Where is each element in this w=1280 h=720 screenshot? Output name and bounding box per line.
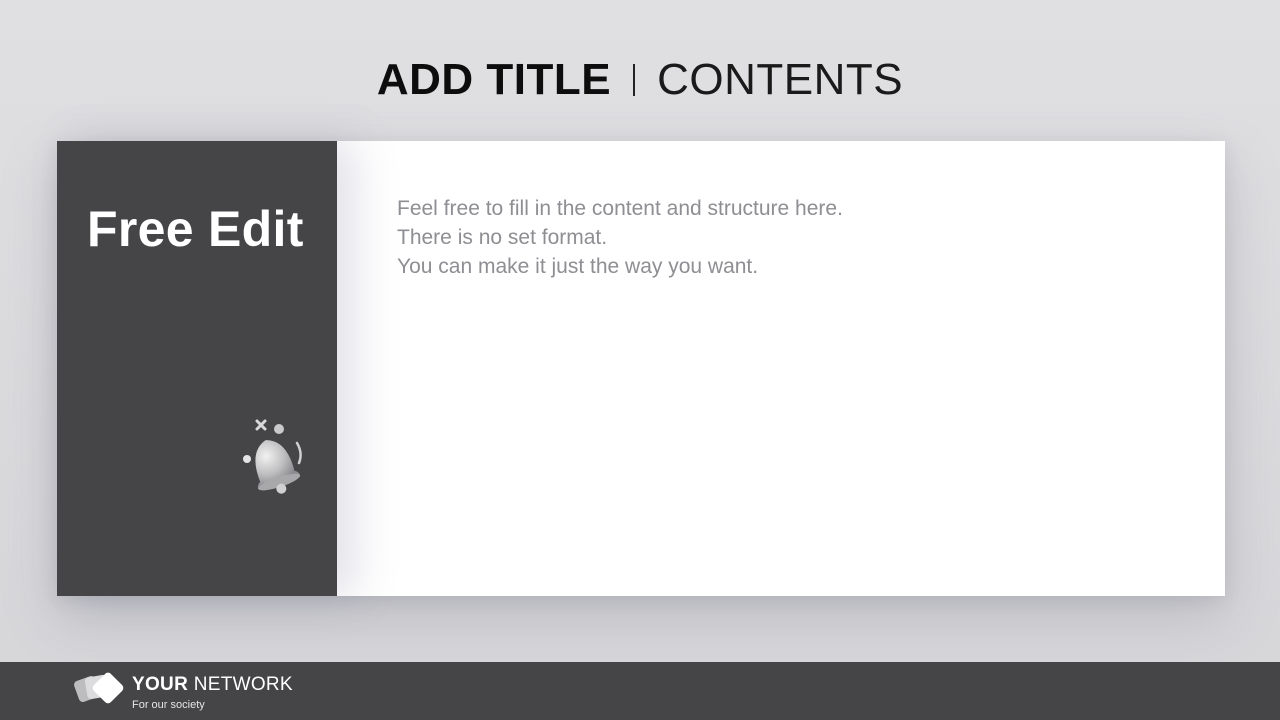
content-card: Free Edit Feel free to fill in the conte… bbox=[57, 141, 1225, 596]
title-bold: ADD TITLE bbox=[376, 55, 612, 104]
page-title: ADD TITLE CONTENTS bbox=[0, 52, 1280, 108]
slide: ADD TITLE CONTENTS Free Edit Feel free t… bbox=[0, 0, 1280, 720]
footer-bar: YOUR NETWORK For our society bbox=[0, 662, 1280, 720]
side-panel: Free Edit bbox=[57, 141, 337, 596]
side-panel-title: Free Edit bbox=[87, 201, 304, 257]
title-light: CONTENTS bbox=[657, 55, 904, 104]
body-line: There is no set format. bbox=[397, 226, 608, 249]
brand-tagline: For our society bbox=[132, 699, 205, 711]
body-line: Feel free to fill in the content and str… bbox=[397, 197, 843, 220]
stacked-cards-logo bbox=[74, 672, 124, 704]
brand-name: YOUR NETWORK bbox=[132, 674, 293, 696]
brand-light: NETWORK bbox=[193, 674, 293, 695]
body-line: You can make it just the way you want. bbox=[397, 255, 759, 278]
brand-bold: YOUR bbox=[132, 674, 189, 695]
content-body: Feel free to fill in the content and str… bbox=[397, 194, 1157, 281]
title-separator bbox=[633, 64, 636, 96]
bell-icon bbox=[243, 419, 302, 494]
